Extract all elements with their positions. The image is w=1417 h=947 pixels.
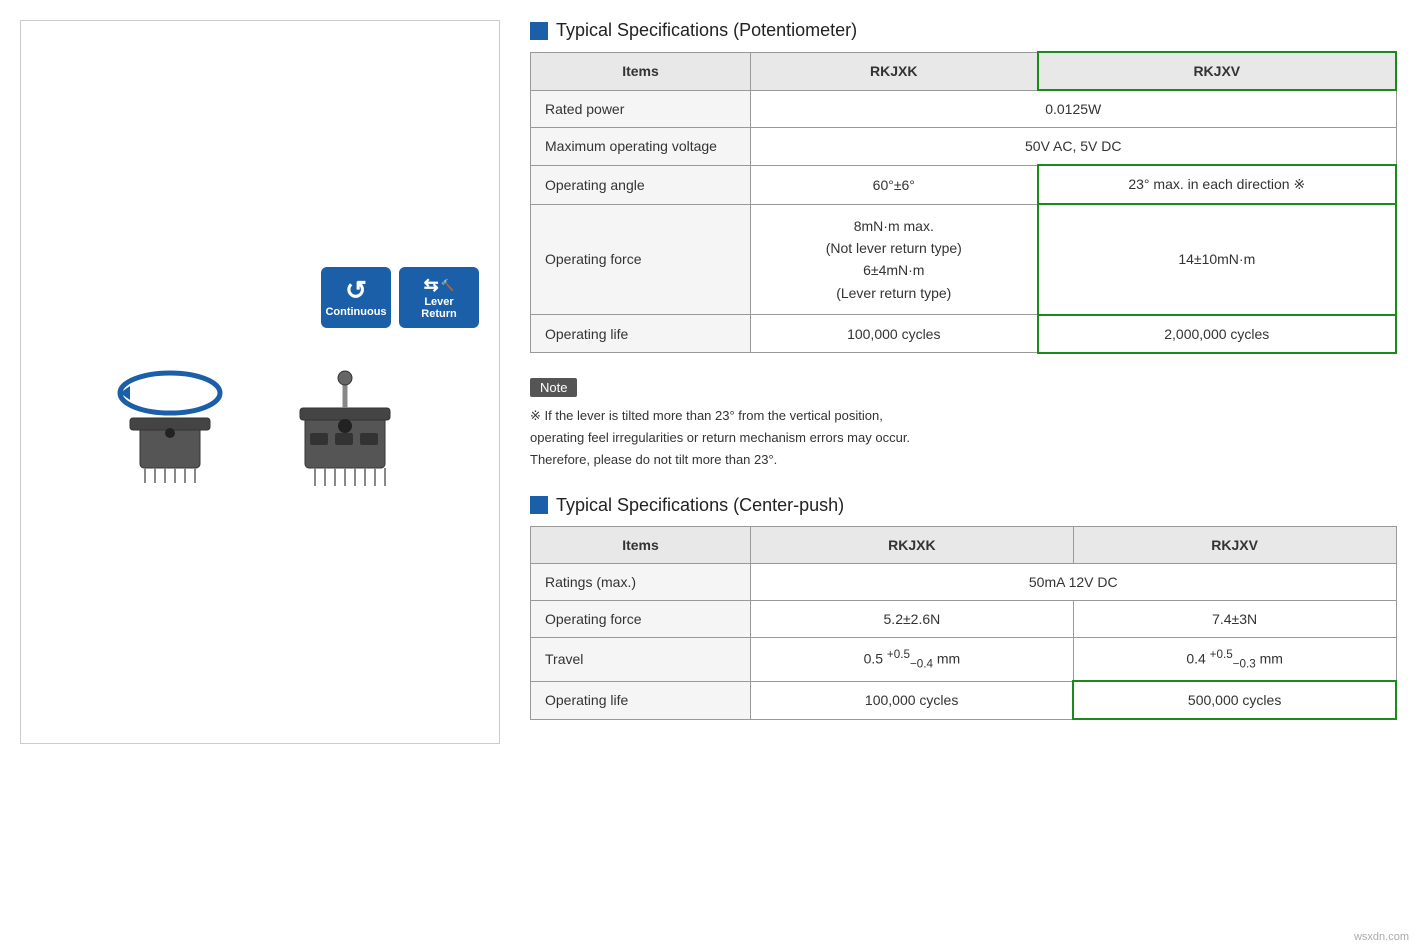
value-ratings: 50mA 12V DC [751, 563, 1397, 600]
item-operating-life-cp: Operating life [531, 681, 751, 719]
value-life-rkjxv-pot: 2,000,000 cycles [1038, 315, 1396, 353]
value-force-rkjxk: 8mN·m max. (Not lever return type) 6±4mN… [751, 204, 1038, 315]
value-life-rkjxk-cp: 100,000 cycles [751, 681, 1074, 719]
badge-lever-return: ⇆ 🔨 Lever Return [399, 267, 479, 328]
badge-continuous: ↺ Continuous [321, 267, 391, 328]
col-header-rkjxv-cp: RKJXV [1073, 526, 1396, 563]
col-header-rkjxv: RKJXV [1038, 52, 1396, 90]
table-row: Operating force 5.2±2.6N 7.4±3N [531, 600, 1397, 637]
value-life-rkjxk-pot: 100,000 cycles [751, 315, 1038, 353]
item-operating-angle: Operating angle [531, 165, 751, 204]
item-ratings: Ratings (max.) [531, 563, 751, 600]
note-text: ※ If the lever is tilted more than 23° f… [530, 405, 1397, 471]
table-row: Operating angle 60°±6° 23° max. in each … [531, 165, 1397, 204]
product-image-main [100, 358, 260, 498]
note-label: Note [530, 378, 577, 397]
center-push-section-title: Typical Specifications (Center-push) [530, 495, 1397, 516]
table-row: Maximum operating voltage 50V AC, 5V DC [531, 128, 1397, 166]
col-header-items: Items [531, 52, 751, 90]
section-square-icon [530, 22, 548, 40]
center-push-table: Items RKJXK RKJXV Ratings (max.) 50mA 12… [530, 526, 1397, 720]
value-rated-power: 0.0125W [751, 90, 1397, 128]
value-life-rkjxv-cp: 500,000 cycles [1073, 681, 1396, 719]
product-panel: ↺ Continuous ⇆ 🔨 Lever Return [20, 20, 500, 744]
section-square-icon-2 [530, 496, 548, 514]
item-travel: Travel [531, 637, 751, 681]
potentiometer-section-title: Typical Specifications (Potentiometer) [530, 20, 1397, 41]
table-row: Rated power 0.0125W [531, 90, 1397, 128]
product-images [41, 358, 479, 498]
table-row: Travel 0.5 +0.5−0.4 mm 0.4 +0.5−0.3 mm [531, 637, 1397, 681]
watermark: wsxdn.com [1354, 931, 1409, 943]
potentiometer-table: Items RKJXK RKJXV Rated power 0.0125W Ma… [530, 51, 1397, 354]
col-header-items-cp: Items [531, 526, 751, 563]
item-operating-force: Operating force [531, 204, 751, 315]
item-operating-life-pot: Operating life [531, 315, 751, 353]
value-max-voltage: 50V AC, 5V DC [751, 128, 1397, 166]
item-op-force-cp: Operating force [531, 600, 751, 637]
value-angle-rkjxv: 23° max. in each direction ※ [1038, 165, 1396, 204]
table-row: Operating force 8mN·m max. (Not lever re… [531, 204, 1397, 315]
col-header-rkjxk-cp: RKJXK [751, 526, 1074, 563]
value-force-rkjxk-cp: 5.2±2.6N [751, 600, 1074, 637]
product-image-secondary [280, 358, 420, 498]
potentiometer-title-text: Typical Specifications (Potentiometer) [556, 20, 857, 41]
col-header-rkjxk: RKJXK [751, 52, 1038, 90]
table-row: Ratings (max.) 50mA 12V DC [531, 563, 1397, 600]
badge-lever-label: Lever Return [409, 296, 469, 320]
table-row: Operating life 100,000 cycles 500,000 cy… [531, 681, 1397, 719]
item-rated-power: Rated power [531, 90, 751, 128]
value-angle-rkjxk: 60°±6° [751, 165, 1038, 204]
table-row: Operating life 100,000 cycles 2,000,000 … [531, 315, 1397, 353]
center-push-title-text: Typical Specifications (Center-push) [556, 495, 844, 516]
value-travel-rkjxv: 0.4 +0.5−0.3 mm [1073, 637, 1396, 681]
value-force-rkjxv: 14±10mN·m [1038, 204, 1396, 315]
note-section: Note ※ If the lever is tilted more than … [530, 378, 1397, 471]
value-force-rkjxv-cp: 7.4±3N [1073, 600, 1396, 637]
value-travel-rkjxk: 0.5 +0.5−0.4 mm [751, 637, 1074, 681]
right-panel: Typical Specifications (Potentiometer) I… [530, 20, 1397, 744]
badge-continuous-label: Continuous [325, 306, 386, 318]
item-max-voltage: Maximum operating voltage [531, 128, 751, 166]
